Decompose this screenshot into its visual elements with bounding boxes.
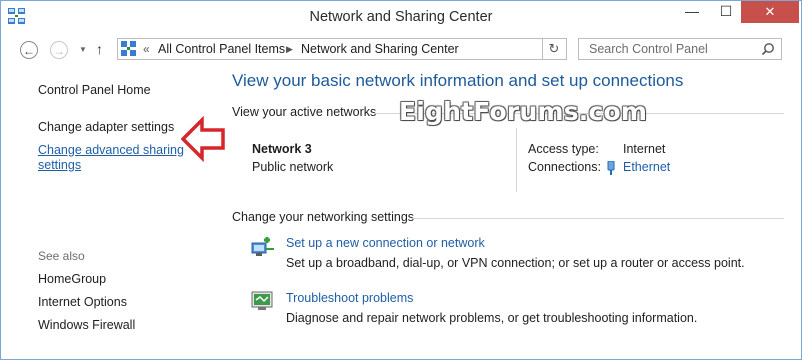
sidebar-item-homegroup[interactable]: HomeGroup xyxy=(38,272,106,286)
sidebar-item-change-adapter-settings[interactable]: Change adapter settings xyxy=(38,120,174,134)
access-type-value: Internet xyxy=(623,142,666,156)
setup-connection-link[interactable]: Set up a new connection or network xyxy=(286,236,485,250)
title-bar[interactable]: Network and Sharing Center — ☐ ✕ xyxy=(1,1,801,33)
advanced-sharing-line-2: settings xyxy=(38,158,82,172)
close-button[interactable]: ✕ xyxy=(741,1,799,23)
network-divider xyxy=(516,128,517,192)
search-placeholder: Search Control Panel xyxy=(589,42,708,56)
address-bar[interactable]: « All Control Panel Items ▶ Network and … xyxy=(117,38,653,60)
watermark: EightForums.com xyxy=(399,97,648,126)
new-connection-icon xyxy=(251,237,274,256)
ethernet-icon xyxy=(607,161,615,175)
sidebar: Control Panel Home Change adapter settin… xyxy=(1,66,216,359)
setup-connection-description: Set up a broadband, dial-up, or VPN conn… xyxy=(286,256,745,270)
page-title: View your basic network information and … xyxy=(232,71,684,90)
connections-label: Connections: xyxy=(528,160,601,174)
breadcrumb-separator-icon[interactable]: ▶ xyxy=(286,44,293,55)
sidebar-item-change-advanced-sharing[interactable]: Change advanced sharing settings xyxy=(38,143,184,173)
breadcrumb-all-items[interactable]: All Control Panel Items xyxy=(158,42,285,56)
network-name: Network 3 xyxy=(252,142,312,156)
control-panel-icon xyxy=(121,41,136,56)
network-type-link[interactable]: Public network xyxy=(252,160,333,174)
sidebar-item-windows-firewall[interactable]: Windows Firewall xyxy=(38,318,135,332)
ethernet-link[interactable]: Ethernet xyxy=(623,160,670,174)
troubleshoot-description: Diagnose and repair network problems, or… xyxy=(286,311,698,325)
recent-locations-dropdown[interactable]: ▼ xyxy=(79,45,87,54)
window: Network and Sharing Center — ☐ ✕ ← → ▼ ↑… xyxy=(0,0,802,360)
back-button[interactable]: ← xyxy=(20,41,38,59)
see-also-heading: See also xyxy=(38,249,85,263)
up-button[interactable]: ↑ xyxy=(96,41,103,57)
search-input[interactable]: Search Control Panel xyxy=(578,38,782,60)
sidebar-item-control-panel-home[interactable]: Control Panel Home xyxy=(38,83,151,97)
troubleshoot-link[interactable]: Troubleshoot problems xyxy=(286,291,413,305)
change-settings-heading: Change your networking settings xyxy=(232,210,415,224)
forward-button[interactable]: → xyxy=(50,41,68,59)
breadcrumb-current[interactable]: Network and Sharing Center xyxy=(301,42,459,56)
troubleshoot-icon xyxy=(251,291,273,310)
minimize-button[interactable]: — xyxy=(677,1,707,23)
advanced-sharing-line-1: Change advanced sharing xyxy=(38,143,184,157)
red-arrow-annotation xyxy=(181,116,225,162)
search-icon[interactable] xyxy=(761,42,775,56)
active-networks-heading: View your active networks xyxy=(232,105,377,119)
change-settings-divider xyxy=(411,218,784,219)
maximize-button[interactable]: ☐ xyxy=(711,1,741,23)
sidebar-item-internet-options[interactable]: Internet Options xyxy=(38,295,127,309)
access-type-label: Access type: xyxy=(528,142,599,156)
refresh-button[interactable]: ↻ xyxy=(542,38,567,60)
navigation-bar: ← → ▼ ↑ « All Control Panel Items ▶ Netw… xyxy=(1,33,801,66)
breadcrumb-overflow-icon[interactable]: « xyxy=(143,42,150,56)
